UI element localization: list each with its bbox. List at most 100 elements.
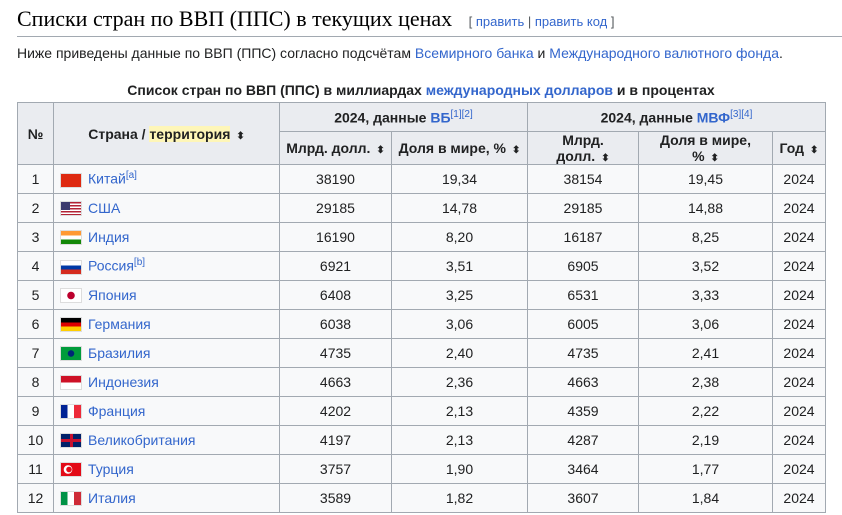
- imf-bn-cell: 16187: [527, 222, 639, 252]
- row-number: 10: [17, 425, 54, 455]
- country-link[interactable]: Италия: [88, 490, 136, 506]
- wb-bn-cell: 4197: [279, 425, 392, 455]
- row-number: 5: [17, 280, 54, 310]
- row-number: 7: [17, 338, 54, 368]
- imf-bn-cell: 29185: [527, 193, 639, 223]
- table-row: 6 Германия 6038 3,06 6005 3,06 2024: [17, 309, 826, 339]
- year-cell: 2024: [772, 280, 826, 310]
- wb-share-cell: 2,40: [391, 338, 528, 368]
- country-link[interactable]: Индонезия: [88, 374, 159, 390]
- country-link[interactable]: Япония: [88, 287, 137, 303]
- wb-refs[interactable]: [1][2]: [451, 109, 473, 120]
- country-cell: Германия: [53, 309, 280, 339]
- country-link[interactable]: Индия: [88, 229, 129, 245]
- year-cell: 2024: [772, 222, 826, 252]
- russia-flag-icon: [60, 259, 82, 275]
- france-flag-icon: [60, 404, 82, 420]
- imf-share-cell: 19,45: [638, 164, 773, 194]
- header-wb-share[interactable]: Доля в мире, % ⬍: [391, 131, 528, 165]
- japan-flag-icon: [60, 288, 82, 304]
- sort-icon[interactable]: ⬍: [376, 145, 384, 156]
- header-label: Год: [779, 140, 805, 156]
- row-number: 3: [17, 222, 54, 252]
- row-number: 1: [17, 164, 54, 194]
- edit-links: [ править | править код ]: [468, 14, 615, 29]
- world-bank-link[interactable]: Всемирного банка: [415, 45, 534, 61]
- header-country[interactable]: Страна / территория ⬍: [53, 102, 280, 165]
- country-cell: Италия: [53, 483, 280, 513]
- note-link[interactable]: [b]: [134, 257, 145, 268]
- imf-share-cell: 3,06: [638, 309, 773, 339]
- wb-link[interactable]: ВБ: [430, 109, 450, 125]
- header-wb-bn[interactable]: Млрд. долл. ⬍: [279, 131, 392, 165]
- gdp-table: № Страна / территория ⬍ 2024, данные ВБ[1…: [17, 102, 826, 513]
- year-cell: 2024: [772, 309, 826, 339]
- table-row: 12 Италия 3589 1,82 3607 1,84 2024: [17, 483, 826, 513]
- year-cell: 2024: [772, 454, 826, 484]
- wb-bn-cell: 3589: [279, 483, 392, 513]
- table-row: 7 Бразилия 4735 2,40 4735 2,41 2024: [17, 338, 826, 368]
- section-title: Списки стран по ВВП (ППС) в текущих цена…: [17, 6, 453, 31]
- country-cell: Индонезия: [53, 367, 280, 397]
- country-cell: Великобритания: [53, 425, 280, 455]
- country-link[interactable]: Германия: [88, 316, 151, 332]
- row-number: 12: [17, 483, 54, 513]
- wb-bn-cell: 16190: [279, 222, 392, 252]
- header-wb: 2024, данные ВБ[1][2]: [279, 102, 528, 132]
- table-caption: Список стран по ВВП (ППС) в миллиардах м…: [17, 82, 825, 98]
- wb-bn-cell: 4735: [279, 338, 392, 368]
- imf-share-cell: 1,84: [638, 483, 773, 513]
- sort-icon[interactable]: ⬍: [601, 153, 609, 164]
- sort-icon[interactable]: ⬍: [236, 131, 244, 142]
- brazil-flag-icon: [60, 346, 82, 362]
- header-wb-label: 2024, данные: [334, 109, 431, 126]
- header-label: Млрд. долл.: [286, 140, 371, 156]
- imf-link[interactable]: Международного валютного фонда: [549, 45, 779, 61]
- country-cell: США: [53, 193, 280, 223]
- country-link[interactable]: Россия: [88, 258, 134, 274]
- country-link[interactable]: Франция: [88, 403, 145, 419]
- table-row: 11 Турция 3757 1,90 3464 1,77 2024: [17, 454, 826, 484]
- wb-bn-cell: 4663: [279, 367, 392, 397]
- edit-link[interactable]: править: [476, 14, 524, 29]
- imf-link[interactable]: МВФ: [697, 109, 730, 125]
- year-cell: 2024: [772, 338, 826, 368]
- country-link[interactable]: США: [88, 200, 120, 216]
- country-cell: Япония: [53, 280, 280, 310]
- imf-bn-cell: 4735: [527, 338, 639, 368]
- wb-share-cell: 19,34: [391, 164, 528, 194]
- note-link[interactable]: [a]: [126, 170, 137, 181]
- intro-text: .: [779, 45, 783, 61]
- table-row: 4 Россия[b] 6921 3,51 6905 3,52 2024: [17, 251, 826, 281]
- imf-share-cell: 2,19: [638, 425, 773, 455]
- sort-icon[interactable]: ⬍: [810, 145, 818, 156]
- wb-share-cell: 2,13: [391, 425, 528, 455]
- table-row: 5 Япония 6408 3,25 6531 3,33 2024: [17, 280, 826, 310]
- country-link[interactable]: Китай: [88, 171, 126, 187]
- intl-dollars-link[interactable]: международных долларов: [426, 82, 613, 98]
- header-imf-share[interactable]: Доля в мире, % ⬍: [638, 131, 773, 165]
- wb-bn-cell: 6921: [279, 251, 392, 281]
- indonesia-flag-icon: [60, 375, 82, 391]
- imf-share-cell: 2,38: [638, 367, 773, 397]
- wb-bn-cell: 3757: [279, 454, 392, 484]
- year-cell: 2024: [772, 425, 826, 455]
- imf-refs[interactable]: [3][4]: [730, 109, 752, 120]
- row-number: 9: [17, 396, 54, 426]
- header-imf-bn[interactable]: Млрд. долл. ⬍: [527, 131, 639, 165]
- country-cell: Бразилия: [53, 338, 280, 368]
- wb-share-cell: 14,78: [391, 193, 528, 223]
- turkey-flag-icon: [60, 462, 82, 478]
- india-flag-icon: [60, 230, 82, 246]
- intro-paragraph: Ниже приведены данные по ВВП (ППС) согла…: [17, 45, 783, 61]
- header-label: Доля в мире, %: [660, 132, 751, 164]
- wb-share-cell: 2,13: [391, 396, 528, 426]
- sort-icon[interactable]: ⬍: [512, 145, 520, 156]
- country-link[interactable]: Бразилия: [88, 345, 150, 361]
- imf-bn-cell: 4663: [527, 367, 639, 397]
- country-link[interactable]: Великобритания: [88, 432, 196, 448]
- edit-code-link[interactable]: править код: [535, 14, 607, 29]
- header-year[interactable]: Год ⬍: [772, 131, 826, 165]
- sort-icon[interactable]: ⬍: [711, 153, 719, 164]
- country-link[interactable]: Турция: [88, 461, 134, 477]
